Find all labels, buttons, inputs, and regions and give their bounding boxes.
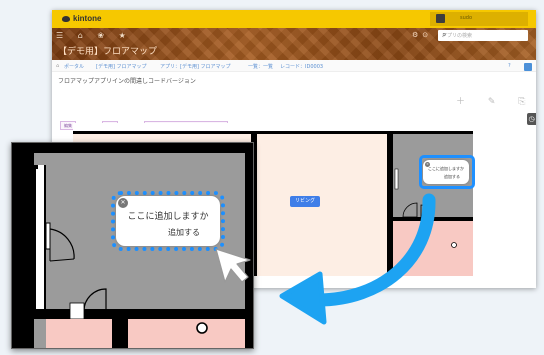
breadcrumb-item: レコード：ID0003 (280, 64, 324, 70)
zoom-panel: ここに追加しますか 追加する ✕ (11, 142, 254, 349)
search-icon[interactable]: ⌕ (442, 30, 525, 40)
app-search-input[interactable]: アプリの検索 ⌕ (438, 30, 528, 41)
user-menu[interactable]: sudo (430, 12, 528, 26)
record-title: フロアマップアプリインの間違しコードバージョン (58, 78, 196, 85)
app-header: ☰ ⌂ ❀ ★ 【デモ用】フロアマップ ⚙⊙ アプリの検索 ⌕ (52, 28, 536, 60)
breadcrumb-item[interactable]: アプリ：[デモ用] フロアマップ (160, 63, 231, 70)
breadcrumb-item[interactable]: [デモ用] フロアマップ (96, 63, 147, 70)
nav-icons[interactable]: ☰ ⌂ ❀ ★ (56, 31, 132, 40)
breadcrumb-item[interactable]: 一覧：一覧 (248, 63, 273, 70)
callout-highlight-frame (419, 155, 475, 189)
breadcrumb: ⌂ ポータル [デモ用] フロアマップ アプリ：[デモ用] フロアマップ 一覧：… (52, 60, 536, 72)
close-icon[interactable]: ✕ (118, 198, 128, 208)
notification-icons[interactable]: ⚙⊙ (412, 31, 432, 39)
app-title: 【デモ用】フロアマップ (58, 47, 158, 57)
logo-text: kintone (73, 14, 102, 23)
add-here-popup-large[interactable]: ここに追加しますか 追加する ✕ (116, 196, 220, 246)
app-settings-icon[interactable]: ⚙ (524, 63, 532, 71)
help-icon[interactable]: ? (508, 63, 511, 69)
breadcrumb-item[interactable]: ポータル (64, 63, 84, 70)
kintone-logo[interactable]: kintone (62, 14, 101, 23)
add-here-question: ここに追加しますか (127, 212, 209, 222)
kintone-header: kintone sudo (52, 10, 536, 28)
kintone-logo-icon (62, 16, 70, 22)
breadcrumb-home-icon[interactable]: ⌂ (56, 63, 59, 69)
user-name: sudo (460, 15, 473, 21)
record-toolbar-icons[interactable]: ＋ ✎ ⎘ ⚙ … (456, 94, 536, 107)
mouse-cursor-icon (215, 248, 251, 283)
add-button[interactable]: 追加する (116, 227, 220, 238)
user-avatar-icon (436, 14, 445, 23)
living-room-label[interactable]: リビング (290, 196, 320, 207)
side-panel-toggle-icon[interactable]: ◷ (527, 113, 536, 125)
